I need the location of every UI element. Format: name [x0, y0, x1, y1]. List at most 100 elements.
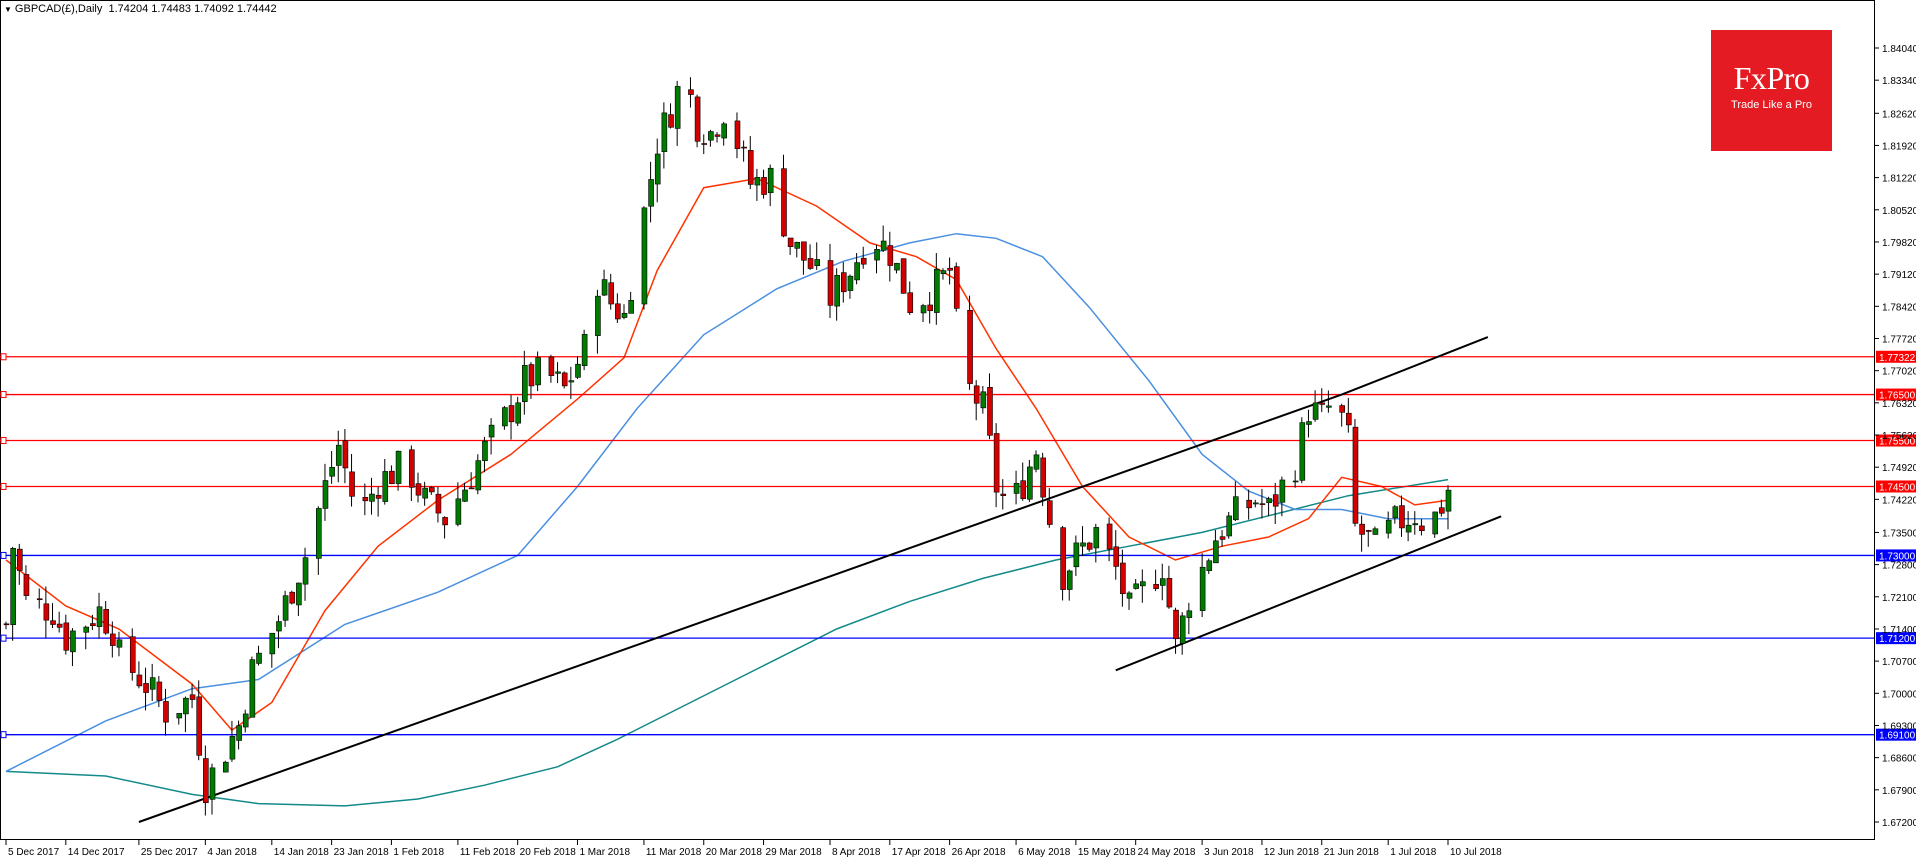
candle-body: [203, 758, 209, 804]
candle-body: [801, 241, 807, 261]
candle-body: [1179, 615, 1186, 644]
candle-body: [56, 623, 63, 628]
price-tick-label: 1.71400: [1882, 625, 1916, 636]
candle-body: [43, 603, 50, 621]
chart-frame: [0, 0, 1875, 840]
time-tick-label: 14 Jan 2018: [274, 847, 329, 858]
candle-body: [787, 237, 794, 247]
candle-body: [1027, 466, 1033, 500]
candle-body: [249, 659, 256, 718]
candle-body: [1246, 499, 1252, 509]
candle-body: [515, 402, 521, 424]
candle-body: [947, 267, 953, 271]
candle-body: [1086, 542, 1093, 550]
time-tick-label: 12 Jun 2018: [1264, 847, 1319, 858]
candle-body: [3, 623, 10, 626]
trendline: [138, 393, 1343, 823]
time-tick-label: 1 Feb 2018: [393, 847, 444, 858]
candle-body: [1385, 519, 1392, 534]
time-tick-label: 14 Dec 2017: [68, 847, 125, 858]
candle-body: [714, 134, 721, 137]
candle-body: [581, 334, 588, 366]
candle-body: [428, 487, 435, 493]
price-tick-label: 1.77020: [1882, 367, 1916, 378]
candle-body: [1399, 505, 1405, 529]
candle-body: [349, 471, 355, 497]
candle-body: [1046, 500, 1053, 525]
candle-body: [767, 167, 774, 194]
candle-body: [10, 548, 16, 625]
candle-body: [561, 372, 568, 387]
candle-body: [601, 279, 608, 296]
price-tick-label: 1.74920: [1882, 463, 1916, 474]
logo-tagline: Trade Like a Pro: [1731, 99, 1812, 111]
price-tick-label: 1.72800: [1882, 561, 1916, 572]
time-tick-label: 24 May 2018: [1138, 847, 1196, 858]
candle-body: [422, 487, 428, 499]
candle-body: [1126, 592, 1133, 599]
candle-body: [1292, 480, 1299, 483]
candle-body: [229, 736, 236, 760]
time-tick-label: 5 Dec 2017: [8, 847, 60, 858]
candle-body: [754, 177, 761, 186]
candle-body: [807, 258, 814, 269]
candle-body: [761, 177, 767, 195]
trendline: [1341, 336, 1489, 396]
level-anchor: [0, 634, 7, 642]
candle-body: [535, 357, 541, 386]
candle-body: [721, 123, 727, 139]
candle-body: [694, 96, 701, 142]
candle-body: [1133, 583, 1139, 589]
candle-body: [1306, 421, 1312, 425]
candle-body: [462, 489, 468, 502]
candle-body: [276, 621, 282, 632]
candle-body: [993, 433, 1000, 493]
price-tick-label: 1.81220: [1882, 174, 1916, 185]
price-chart: 1.773221.765001.755001.745001.730001.712…: [0, 0, 1916, 858]
candle-body: [854, 262, 860, 281]
price-tick-label: 1.67200: [1882, 818, 1916, 829]
candle-body: [1439, 507, 1445, 514]
candle-body: [1113, 546, 1120, 567]
candle-body: [1412, 523, 1419, 526]
candle-body: [781, 168, 787, 237]
candle-body: [840, 272, 847, 293]
price-tick-label: 1.80520: [1882, 206, 1916, 217]
fxpro-logo: FxPro Trade Like a Pro: [1711, 30, 1832, 151]
price-tick-label: 1.74220: [1882, 495, 1916, 506]
candle-body: [874, 249, 880, 261]
candle-body: [967, 309, 973, 384]
time-tick-label: 20 Mar 2018: [706, 847, 763, 858]
level-anchor: [0, 353, 7, 361]
dropdown-triangle-icon[interactable]: ▼: [4, 5, 12, 14]
level-price-label: 1.77322: [1879, 353, 1916, 364]
candle-body: [1419, 525, 1425, 532]
time-tick-label: 3 Jun 2018: [1204, 847, 1254, 858]
time-tick-label: 15 May 2018: [1078, 847, 1136, 858]
candle-body: [362, 497, 369, 502]
candle-body: [794, 241, 801, 249]
candle-body: [814, 259, 821, 267]
candle-body: [894, 262, 900, 271]
candle-body: [747, 150, 754, 185]
candle-body: [1359, 523, 1365, 535]
price-tick-label: 1.84040: [1882, 44, 1916, 55]
candle-body: [435, 493, 442, 514]
candle-body: [987, 387, 993, 436]
candle-body: [36, 598, 43, 601]
price-axis: 1.84040 1.83340 1.82620 1.81920 1.81220 1.805…: [1874, 0, 1916, 840]
candle-body: [734, 120, 741, 149]
logo-brand: FxPro: [1733, 60, 1810, 96]
candle-body: [1000, 493, 1007, 497]
time-tick-label: 10 Jul 2018: [1450, 847, 1502, 858]
candle-body: [475, 460, 482, 491]
time-tick-label: 21 Jun 2018: [1324, 847, 1379, 858]
candle-body: [1159, 578, 1166, 586]
candle-body: [1120, 562, 1126, 594]
candle-body: [648, 179, 654, 207]
time-tick-label: 17 Apr 2018: [892, 847, 946, 858]
candle-body: [176, 713, 183, 719]
candle-body: [827, 260, 834, 306]
candle-body: [482, 440, 488, 461]
candle-body: [1033, 454, 1040, 470]
